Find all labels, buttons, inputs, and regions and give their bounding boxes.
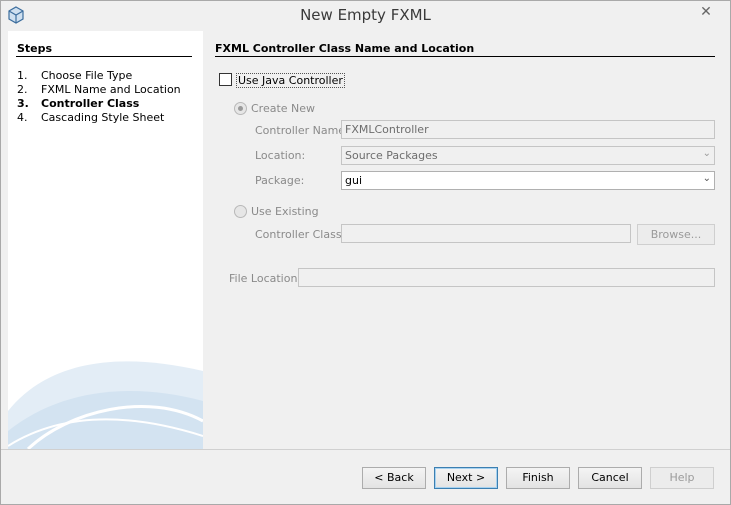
close-button[interactable]: ✕ (688, 1, 724, 21)
steps-heading: Steps (17, 42, 53, 55)
step-label: Cascading Style Sheet (41, 111, 165, 124)
help-button[interactable]: Help (650, 467, 714, 489)
step-label: Controller Class (41, 97, 140, 110)
chevron-down-icon: ⌄ (702, 148, 711, 159)
step-label: FXML Name and Location (41, 83, 181, 96)
location-dropdown[interactable]: Source Packages ⌄ (341, 146, 715, 165)
location-label: Location: (255, 149, 306, 162)
step-fxml-name-and-location: 2. FXML Name and Location (17, 83, 181, 96)
file-location-field[interactable] (298, 268, 715, 287)
decorative-wave-graphic (8, 361, 203, 449)
step-label: Choose File Type (41, 69, 133, 82)
title-bar: New Empty FXML ✕ (1, 1, 730, 31)
step-number: 2. (17, 83, 28, 96)
controller-class-label: Controller Class: (255, 228, 346, 241)
step-controller-class: 3. Controller Class (17, 97, 139, 110)
location-value: Source Packages (345, 149, 438, 162)
step-number: 4. (17, 111, 28, 124)
create-new-radio[interactable] (234, 102, 247, 115)
chevron-down-icon: ⌄ (702, 173, 711, 184)
step-number: 1. (17, 69, 28, 82)
step-number: 3. (17, 97, 29, 110)
package-combobox[interactable]: gui ⌄ (341, 171, 715, 190)
browse-button[interactable]: Browse... (637, 224, 715, 245)
controller-name-field[interactable]: FXMLController (341, 120, 715, 139)
file-location-label: File Location: (229, 272, 302, 285)
steps-panel: Steps 1. Choose File Type 2. FXML Name and… (8, 31, 203, 449)
package-value: gui (345, 174, 363, 187)
package-label: Package: (255, 174, 305, 187)
controller-class-panel: FXML Controller Class Name and Location … (203, 31, 725, 449)
create-new-label: Create New (251, 102, 316, 115)
window-title: New Empty FXML (300, 6, 431, 24)
panel-divider (215, 56, 715, 57)
step-choose-file-type: 1. Choose File Type (17, 69, 132, 82)
new-empty-fxml-dialog: New Empty FXML ✕ Steps 1. Choose File Typ… (0, 0, 731, 505)
step-cascading-style-sheet: 4. Cascading Style Sheet (17, 111, 164, 124)
use-existing-label: Use Existing (251, 205, 319, 218)
controller-class-field[interactable] (341, 224, 631, 243)
controller-name-label: Controller Name: (255, 124, 349, 137)
close-icon: ✕ (700, 3, 712, 19)
use-existing-radio[interactable] (234, 205, 247, 218)
use-java-controller-checkbox[interactable] (219, 73, 232, 86)
use-java-controller-label[interactable]: Use Java Controller (236, 73, 345, 88)
panel-title: FXML Controller Class Name and Location (215, 42, 475, 55)
button-bar-divider (1, 449, 730, 450)
back-button[interactable]: < Back (362, 467, 426, 489)
finish-button[interactable]: Finish (506, 467, 570, 489)
next-button[interactable]: Next > (434, 467, 498, 489)
cancel-button[interactable]: Cancel (578, 467, 642, 489)
steps-divider (16, 56, 192, 57)
